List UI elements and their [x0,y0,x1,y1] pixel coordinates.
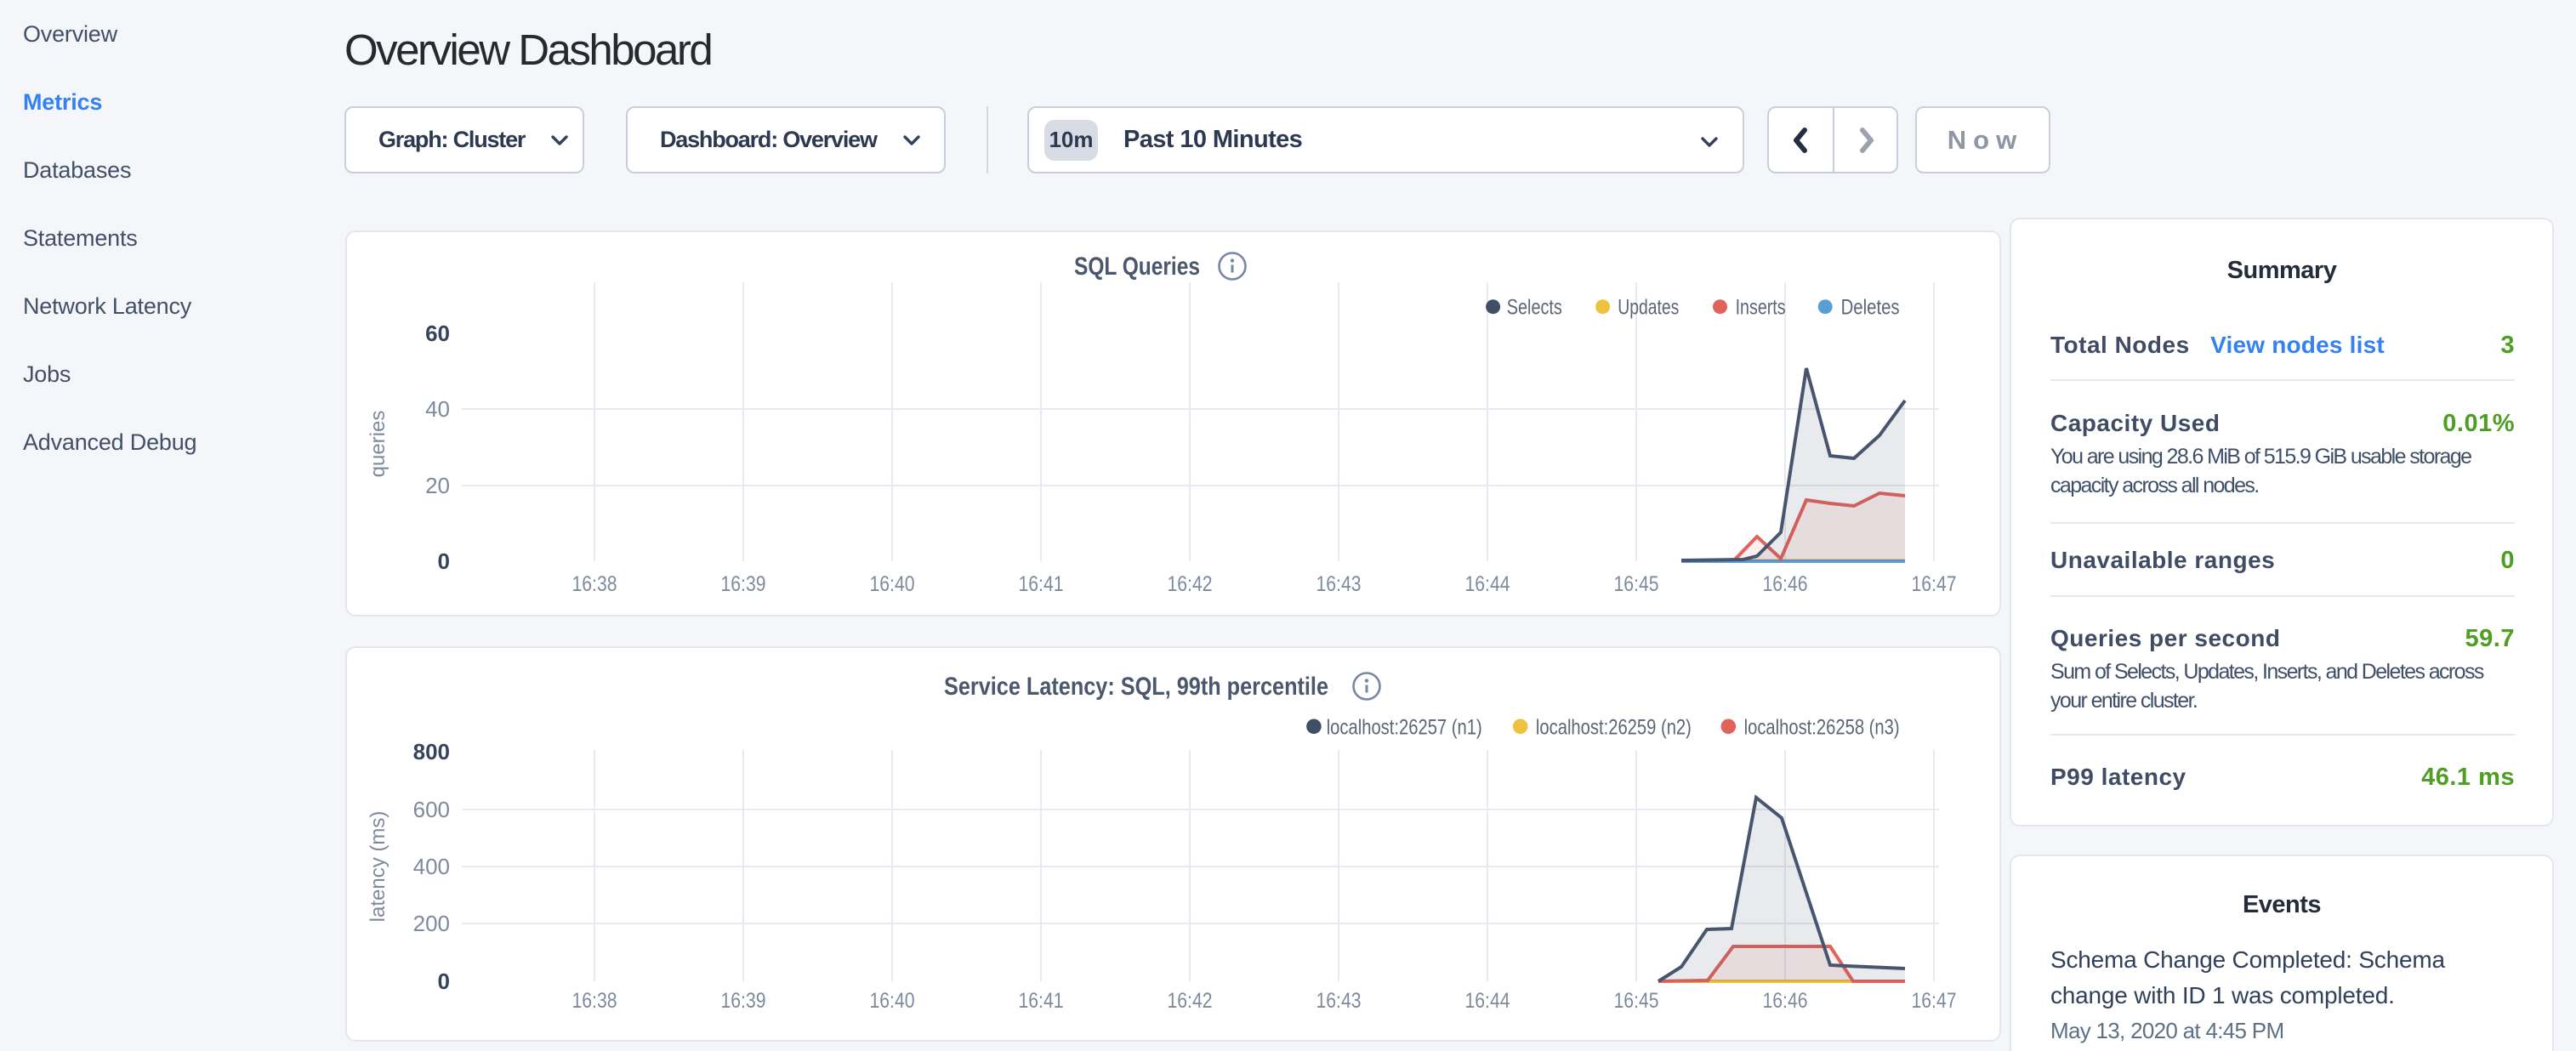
svg-text:600: 600 [413,797,450,822]
svg-text:16:43: 16:43 [1316,572,1362,596]
svg-text:16:47: 16:47 [1912,989,1957,1013]
svg-text:40: 40 [425,396,450,422]
svg-text:queries: queries [367,411,390,478]
svg-text:SQL Queries: SQL Queries [1074,253,1200,281]
svg-text:localhost:26259 (n2): localhost:26259 (n2) [1536,715,1692,739]
svg-text:Updates: Updates [1618,296,1679,320]
svg-text:16:44: 16:44 [1465,572,1510,596]
svg-text:localhost:26258 (n3): localhost:26258 (n3) [1744,715,1900,739]
svg-text:16:41: 16:41 [1019,989,1064,1013]
svg-text:0: 0 [438,969,450,994]
svg-text:16:38: 16:38 [572,572,617,596]
svg-text:20: 20 [425,473,450,498]
svg-text:16:40: 16:40 [870,989,915,1013]
svg-text:200: 200 [413,911,450,936]
svg-text:16:46: 16:46 [1763,989,1808,1013]
svg-text:localhost:26257 (n1): localhost:26257 (n1) [1327,715,1482,739]
svg-text:16:44: 16:44 [1465,989,1510,1013]
svg-text:16:46: 16:46 [1763,572,1808,596]
svg-text:16:47: 16:47 [1912,572,1957,596]
svg-text:16:39: 16:39 [721,989,766,1013]
svg-text:Service Latency: SQL, 99th per: Service Latency: SQL, 99th percentile [944,673,1328,701]
svg-text:Inserts: Inserts [1736,296,1786,320]
svg-text:Deletes: Deletes [1841,296,1900,320]
svg-text:16:42: 16:42 [1168,989,1213,1013]
svg-text:800: 800 [413,739,450,764]
svg-text:16:41: 16:41 [1019,572,1064,596]
svg-text:16:38: 16:38 [572,989,617,1013]
svg-text:60: 60 [425,321,450,346]
svg-text:Selects: Selects [1507,296,1562,320]
svg-text:16:43: 16:43 [1316,989,1362,1013]
svg-text:16:40: 16:40 [870,572,915,596]
svg-text:0: 0 [438,548,450,574]
svg-text:16:45: 16:45 [1614,572,1659,596]
svg-text:400: 400 [413,854,450,879]
svg-text:latency (ms): latency (ms) [367,811,390,923]
svg-text:16:42: 16:42 [1168,572,1213,596]
svg-text:16:45: 16:45 [1614,989,1659,1013]
svg-text:16:39: 16:39 [721,572,766,596]
